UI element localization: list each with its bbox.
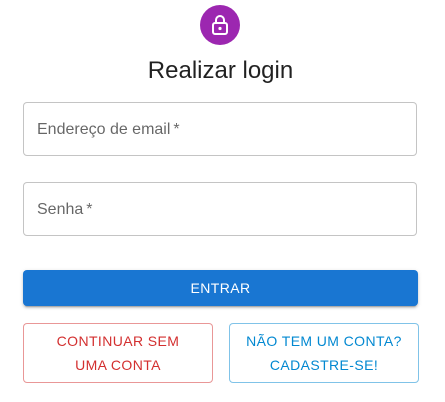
avatar — [200, 5, 240, 45]
email-field[interactable]: Endereço de email * — [23, 102, 417, 156]
continue-without-account-label: CONTINUAR SEM UMA CONTA — [57, 329, 180, 377]
password-field[interactable]: Senha * — [23, 182, 417, 236]
continue-line-1: CONTINUAR SEM — [56, 333, 180, 349]
signup-line-2: CADASTRE-SE! — [269, 357, 379, 373]
signup-button[interactable]: NÃO TEM UM CONTA? CADASTRE-SE! — [229, 323, 419, 383]
email-label-text: Endereço de email — [37, 121, 171, 138]
page-title: Realizar login — [147, 57, 294, 84]
signup-label: NÃO TEM UM CONTA? CADASTRE-SE! — [246, 329, 402, 377]
email-required-mark: * — [173, 121, 180, 138]
password-label: Senha * — [37, 200, 93, 220]
password-label-text: Senha — [37, 201, 84, 218]
email-label: Endereço de email * — [37, 120, 180, 140]
password-required-mark: * — [86, 201, 93, 218]
continue-line-2: UMA CONTA — [75, 357, 161, 373]
login-button[interactable]: ENTRAR — [23, 270, 418, 306]
lock-icon — [212, 15, 228, 35]
signup-line-1: NÃO TEM UM CONTA? — [246, 333, 402, 349]
continue-without-account-button[interactable]: CONTINUAR SEM UMA CONTA — [23, 323, 213, 383]
